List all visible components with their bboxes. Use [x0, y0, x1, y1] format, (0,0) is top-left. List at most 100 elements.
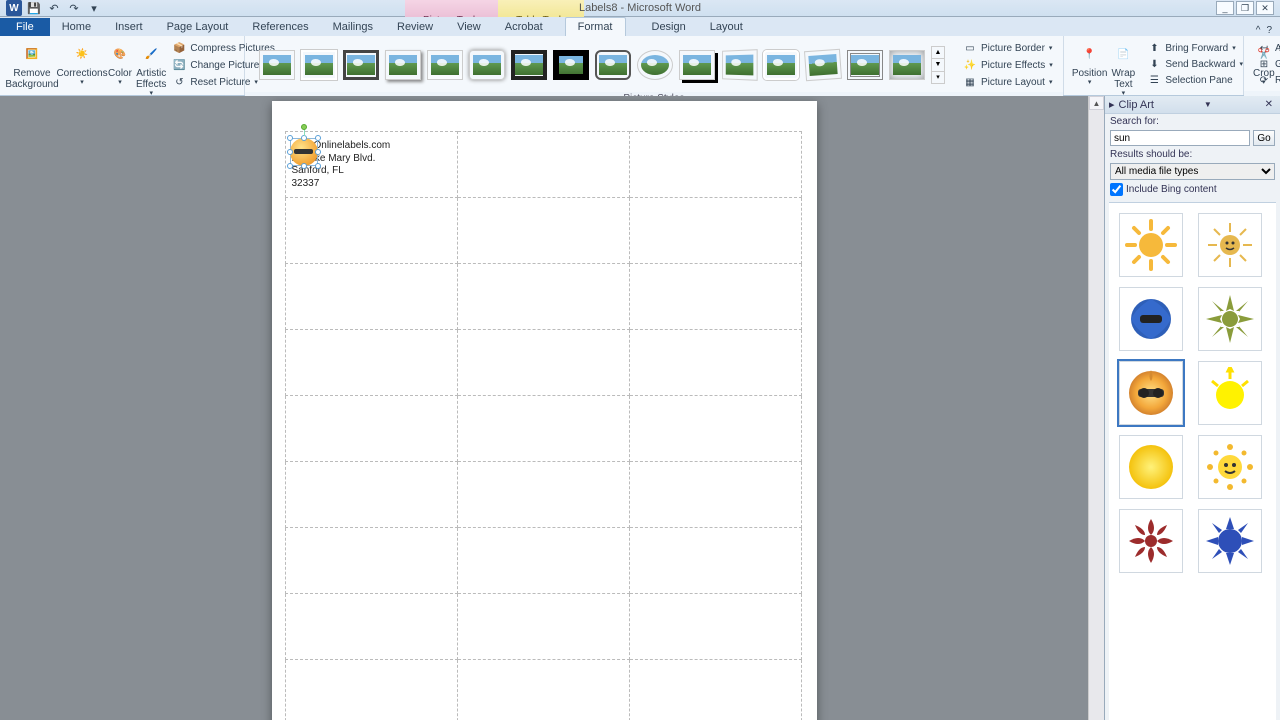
help-icon[interactable]: ?: [1266, 25, 1272, 36]
label-cell[interactable]: [285, 660, 457, 720]
restore-button[interactable]: ❐: [1236, 1, 1254, 15]
clipart-result[interactable]: [1198, 287, 1262, 351]
gallery-up-icon[interactable]: ▲: [932, 47, 944, 58]
label-cell[interactable]: [629, 264, 801, 330]
style-thumb[interactable]: [679, 50, 715, 80]
label-cell[interactable]: [629, 462, 801, 528]
clipart-result[interactable]: [1119, 435, 1183, 499]
tab-home[interactable]: Home: [50, 18, 103, 36]
label-cell[interactable]: Onlinelabels.com E. Lake Mary Blvd. Sanf…: [285, 132, 457, 198]
label-cell[interactable]: [457, 660, 629, 720]
label-cell[interactable]: [457, 396, 629, 462]
style-thumb[interactable]: [763, 50, 799, 80]
task-pane-nav-icon[interactable]: ▸: [1109, 98, 1115, 111]
crop-button[interactable]: ✂️ Crop▾: [1250, 40, 1278, 89]
minimize-button[interactable]: _: [1216, 1, 1234, 15]
label-cell[interactable]: [457, 198, 629, 264]
clipart-result[interactable]: [1198, 435, 1262, 499]
label-cell[interactable]: [285, 330, 457, 396]
label-cell[interactable]: [629, 660, 801, 720]
page[interactable]: Onlinelabels.com E. Lake Mary Blvd. Sanf…: [272, 101, 817, 720]
label-cell[interactable]: [285, 594, 457, 660]
tab-design[interactable]: Design: [640, 18, 698, 36]
label-cell[interactable]: [629, 528, 801, 594]
label-cell[interactable]: [629, 330, 801, 396]
style-thumb[interactable]: [637, 50, 673, 80]
clipart-result[interactable]: [1119, 213, 1183, 277]
style-thumb[interactable]: [889, 50, 925, 80]
bring-forward-button[interactable]: ⬆Bring Forward▾: [1143, 40, 1247, 56]
picture-effects-button[interactable]: ✨Picture Effects▾: [959, 57, 1057, 73]
tab-acrobat[interactable]: Acrobat: [493, 18, 555, 36]
style-thumb[interactable]: [259, 50, 295, 80]
style-thumb[interactable]: [804, 49, 842, 81]
tab-references[interactable]: References: [240, 18, 320, 36]
style-thumb[interactable]: [385, 50, 421, 80]
tab-insert[interactable]: Insert: [103, 18, 155, 36]
label-cell[interactable]: [457, 132, 629, 198]
label-cell[interactable]: [457, 528, 629, 594]
tab-view[interactable]: View: [445, 18, 493, 36]
style-thumb[interactable]: [595, 50, 631, 80]
tab-review[interactable]: Review: [385, 18, 445, 36]
style-thumb[interactable]: [469, 50, 505, 80]
label-cell[interactable]: [285, 396, 457, 462]
clipart-result[interactable]: [1198, 213, 1262, 277]
send-backward-button[interactable]: ⬇Send Backward▾: [1143, 56, 1247, 72]
document-area[interactable]: Onlinelabels.com E. Lake Mary Blvd. Sanf…: [0, 96, 1088, 720]
selected-clipart[interactable]: [290, 138, 318, 166]
picture-style-gallery[interactable]: ▲ ▼ ▾: [251, 46, 953, 84]
clipart-result[interactable]: [1119, 509, 1183, 573]
clipart-result[interactable]: [1198, 361, 1262, 425]
style-thumb[interactable]: [427, 50, 463, 80]
vertical-scrollbar[interactable]: ▲ ▼ ◦ ○ ◦: [1088, 96, 1104, 720]
undo-icon[interactable]: ↶: [46, 0, 62, 16]
label-cell[interactable]: [285, 198, 457, 264]
search-input[interactable]: [1110, 130, 1250, 146]
style-thumb[interactable]: [511, 50, 547, 80]
label-cell[interactable]: [629, 132, 801, 198]
corrections-button[interactable]: ☀️ Corrections▾: [58, 40, 106, 89]
remove-background-button[interactable]: 🖼️ Remove Background: [6, 40, 58, 92]
label-cell[interactable]: [285, 264, 457, 330]
tab-layout[interactable]: Layout: [698, 18, 755, 36]
minimize-ribbon-icon[interactable]: ^: [1256, 25, 1261, 36]
style-thumb[interactable]: [847, 50, 883, 80]
rotate-handle-icon[interactable]: [301, 124, 307, 130]
label-cell[interactable]: [629, 396, 801, 462]
scroll-up-icon[interactable]: ▲: [1089, 96, 1104, 110]
redo-icon[interactable]: ↷: [66, 0, 82, 16]
selection-pane-button[interactable]: ☰Selection Pane: [1143, 72, 1247, 88]
style-thumb[interactable]: [301, 50, 337, 80]
color-button[interactable]: 🎨 Color▾: [106, 40, 134, 89]
label-cell[interactable]: [285, 462, 457, 528]
include-bing-checkbox[interactable]: Include Bing content: [1105, 181, 1280, 198]
tab-mailings[interactable]: Mailings: [321, 18, 385, 36]
clipart-result-selected[interactable]: [1119, 361, 1183, 425]
label-cell[interactable]: [457, 462, 629, 528]
style-thumb[interactable]: [553, 50, 589, 80]
position-button[interactable]: 📍 Position▾: [1070, 40, 1110, 89]
label-cell[interactable]: [457, 330, 629, 396]
label-cell[interactable]: [457, 594, 629, 660]
wrap-text-button[interactable]: 📄 Wrap Text▾: [1109, 40, 1137, 100]
gallery-more-icon[interactable]: ▾: [932, 71, 944, 83]
label-cell[interactable]: [629, 198, 801, 264]
style-thumb[interactable]: [343, 50, 379, 80]
media-type-select[interactable]: All media file types: [1110, 163, 1275, 180]
picture-border-button[interactable]: ▭Picture Border▾: [959, 40, 1057, 56]
tab-format[interactable]: Format: [565, 17, 626, 36]
tab-file[interactable]: File: [0, 18, 50, 36]
style-thumb[interactable]: [722, 49, 758, 81]
qat-dropdown-icon[interactable]: ▾: [86, 0, 102, 16]
save-icon[interactable]: 💾: [26, 0, 42, 16]
label-cell[interactable]: [285, 528, 457, 594]
artistic-effects-button[interactable]: 🖌️ Artistic Effects▾: [134, 40, 168, 100]
clipart-result[interactable]: [1119, 287, 1183, 351]
close-pane-button[interactable]: ✕: [1262, 99, 1276, 110]
clipart-result[interactable]: [1198, 509, 1262, 573]
pane-menu-icon[interactable]: ▼: [1204, 100, 1212, 109]
label-table[interactable]: Onlinelabels.com E. Lake Mary Blvd. Sanf…: [285, 131, 802, 720]
tab-page-layout[interactable]: Page Layout: [155, 18, 241, 36]
gallery-down-icon[interactable]: ▼: [932, 58, 944, 70]
